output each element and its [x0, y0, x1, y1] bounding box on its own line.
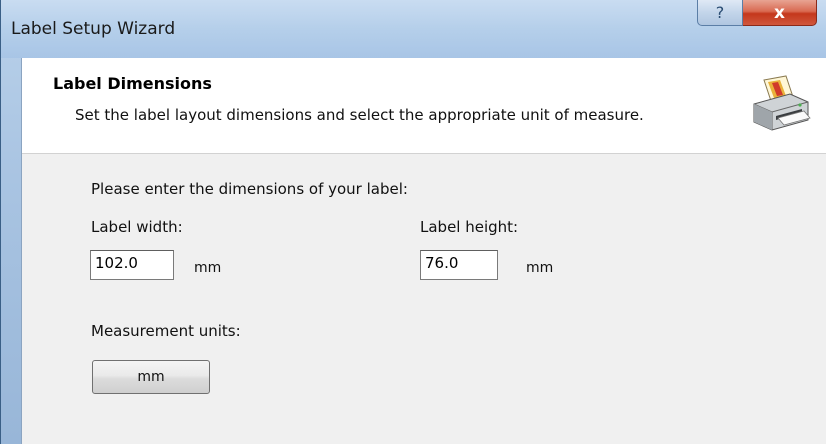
close-button[interactable]: x [743, 0, 817, 26]
title-bar[interactable]: Label Setup Wizard ? x [1, 0, 826, 58]
label-height-input[interactable]: 76.0 [420, 250, 498, 280]
caption-buttons: ? x [697, 0, 817, 26]
measurement-units-caption: Measurement units: [91, 322, 241, 340]
measurement-units-button-label: mm [137, 369, 165, 385]
measurement-units-button[interactable]: mm [92, 360, 210, 394]
window-title: Label Setup Wizard [11, 19, 176, 39]
help-icon: ? [715, 3, 725, 22]
page-subtitle: Set the label layout dimensions and sele… [75, 106, 644, 124]
label-height-unit: mm [526, 260, 554, 276]
wizard-header: Label Dimensions Set the label layout di… [22, 58, 826, 154]
label-width-caption: Label width: [91, 218, 183, 236]
label-width-input[interactable]: 102.0 [90, 250, 174, 280]
close-icon: x [774, 2, 785, 23]
label-height-caption: Label height: [420, 218, 519, 236]
wizard-client-area: Label Dimensions Set the label layout di… [21, 58, 826, 444]
label-width-unit: mm [194, 260, 222, 276]
wizard-window: Label Setup Wizard ? x Label Dimensions … [0, 0, 826, 444]
help-button[interactable]: ? [697, 0, 743, 26]
dimensions-prompt: Please enter the dimensions of your labe… [91, 180, 408, 198]
page-title: Label Dimensions [53, 74, 212, 93]
printer-icon [753, 75, 811, 131]
